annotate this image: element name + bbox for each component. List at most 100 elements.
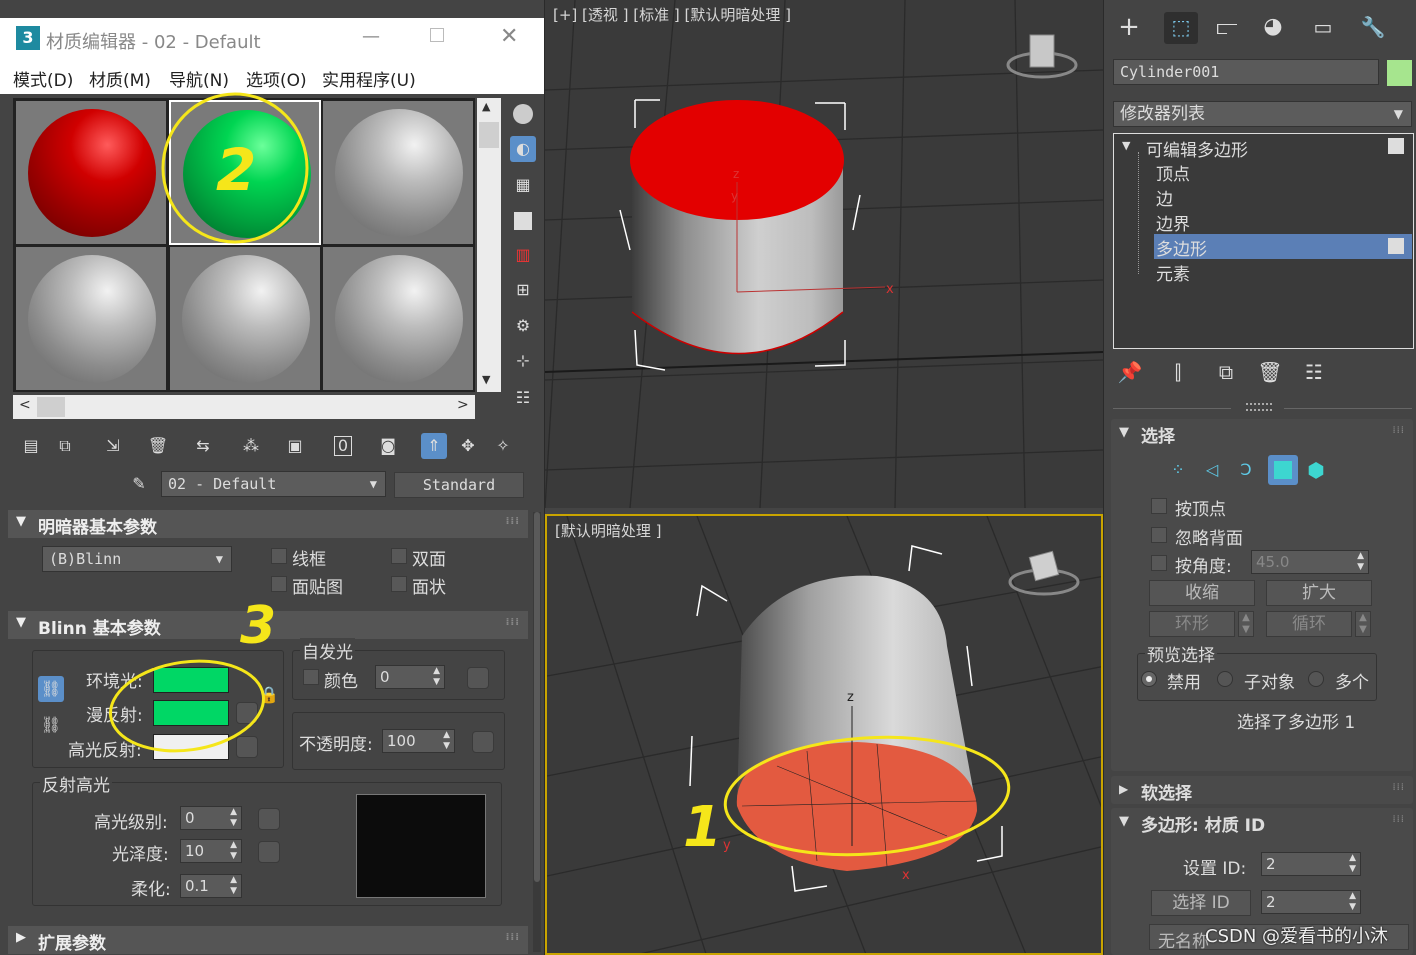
- sample-slot-1[interactable]: [15, 100, 167, 245]
- material-id-channel-icon[interactable]: ▣: [282, 433, 308, 459]
- video-color-check-icon[interactable]: ▥: [510, 242, 536, 268]
- close-icon[interactable]: ✕: [500, 24, 518, 49]
- slots-hscrollbar[interactable]: < >: [13, 395, 475, 419]
- go-to-parent-icon[interactable]: ✥: [455, 433, 481, 459]
- edge-mode-icon[interactable]: ◁: [1199, 457, 1225, 483]
- options-icon[interactable]: ⚙: [510, 313, 536, 339]
- ignore-backfacing-checkbox[interactable]: [1151, 527, 1167, 543]
- two-sided-checkbox[interactable]: [391, 548, 407, 564]
- make-unique-icon[interactable]: ⇆: [190, 433, 216, 459]
- uv-tiling-icon[interactable]: [510, 208, 536, 234]
- glossiness-map-button[interactable]: [258, 841, 280, 863]
- spec-level-spinner[interactable]: 0 ▲ ▼: [180, 806, 242, 830]
- stack-item-vertex[interactable]: 顶点: [1154, 159, 1412, 185]
- stack-root-light-icon[interactable]: [1388, 138, 1404, 154]
- bottom-viewport-label[interactable]: [默认明暗处理 ]: [555, 520, 661, 541]
- bottom-viewport[interactable]: z y x [默认明暗处理 ]: [545, 514, 1103, 955]
- scroll-left-icon[interactable]: <: [19, 397, 31, 413]
- preview-disabled-radio[interactable]: [1141, 671, 1157, 687]
- ring-button[interactable]: 环形: [1149, 611, 1235, 637]
- go-forward-sibling-icon[interactable]: ✧: [490, 433, 516, 459]
- element-mode-icon[interactable]: ⬢: [1303, 457, 1329, 483]
- menu-utilities[interactable]: 实用程序(U): [322, 66, 416, 91]
- channel-zero-icon[interactable]: 0: [330, 433, 356, 459]
- stack-item-edge[interactable]: 边: [1154, 184, 1412, 210]
- motion-tab-icon[interactable]: ◕: [1260, 14, 1286, 40]
- show-end-result-icon[interactable]: ⇑: [421, 433, 447, 459]
- stack-item-light-icon[interactable]: [1388, 238, 1404, 254]
- menu-material[interactable]: 材质(M): [89, 66, 151, 91]
- eyedropper-icon[interactable]: ✎: [126, 471, 152, 497]
- selection-rollout-header[interactable]: ▼ 选择 ⁞⁞⁞: [1111, 419, 1413, 447]
- background-icon[interactable]: ▦: [510, 172, 536, 198]
- preview-subobject-radio[interactable]: [1217, 671, 1233, 687]
- select-id-spinner[interactable]: 2 ▲ ▼: [1261, 890, 1361, 914]
- remove-modifier-icon[interactable]: 🗑: [1257, 359, 1283, 385]
- slots-vscrollbar[interactable]: ▲ ▼: [477, 98, 501, 392]
- soft-selection-rollout-header[interactable]: ▶ 软选择 ⁞⁞⁞: [1111, 776, 1413, 804]
- stack-item-element[interactable]: 元素: [1154, 259, 1412, 285]
- object-color-swatch[interactable]: [1387, 60, 1412, 86]
- display-tab-icon[interactable]: ▭: [1310, 14, 1336, 40]
- sample-slot-5[interactable]: [169, 246, 321, 391]
- faceted-checkbox[interactable]: [391, 576, 407, 592]
- by-vertex-checkbox[interactable]: [1151, 498, 1167, 514]
- grow-button[interactable]: 扩大: [1266, 580, 1372, 606]
- backlight-icon[interactable]: ◐: [510, 136, 536, 162]
- self-illum-spinner[interactable]: 0 ▲ ▼: [375, 665, 445, 689]
- vertex-mode-icon[interactable]: ⁘: [1165, 457, 1191, 483]
- opacity-map-button[interactable]: [472, 731, 494, 753]
- loop-button[interactable]: 循环: [1266, 611, 1352, 637]
- shader-dropdown[interactable]: (B)Blinn ▼: [42, 546, 232, 572]
- minimize-icon[interactable]: —: [362, 26, 380, 47]
- set-id-spinner[interactable]: 2 ▲ ▼: [1261, 852, 1361, 876]
- sample-slot-4[interactable]: [15, 246, 167, 391]
- show-map-in-viewport-icon[interactable]: ◙: [375, 433, 401, 459]
- polygon-material-id-header[interactable]: ▼ 多边形: 材质 ID ⁞⁞⁞: [1111, 808, 1413, 836]
- preview-multi-radio[interactable]: [1308, 671, 1324, 687]
- wireframe-checkbox[interactable]: [271, 548, 287, 564]
- pin-stack-icon[interactable]: 📌: [1117, 359, 1143, 385]
- utilities-tab-icon[interactable]: 🔧: [1360, 14, 1386, 40]
- make-preview-icon[interactable]: ⊞: [510, 277, 536, 303]
- modify-tab-icon[interactable]: ⬚: [1164, 12, 1198, 44]
- make-unique-icon[interactable]: ⧉: [1213, 359, 1239, 385]
- opacity-spinner[interactable]: 100 ▲ ▼: [382, 729, 455, 753]
- ring-spinner[interactable]: ▲ ▼: [1238, 611, 1254, 637]
- material-name-field[interactable]: 02 - Default ▼: [161, 471, 386, 497]
- scroll-down-icon[interactable]: ▼: [482, 373, 490, 386]
- spec-level-map-button[interactable]: [258, 808, 280, 830]
- material-map-navigator-icon[interactable]: ☷: [510, 385, 536, 411]
- material-type-button[interactable]: Standard: [394, 472, 524, 498]
- sample-slot-3[interactable]: [322, 100, 474, 245]
- lock-diffuse-specular-icon[interactable]: ⛓: [38, 712, 64, 738]
- by-angle-checkbox[interactable]: [1151, 555, 1167, 571]
- create-tab-icon[interactable]: +: [1116, 14, 1142, 40]
- stack-item-border[interactable]: 边界: [1154, 209, 1412, 235]
- top-viewport[interactable]: z y x [+] [透视 ] [标准 ] [默认明暗处理 ]: [545, 0, 1103, 508]
- sample-slot-6[interactable]: [322, 246, 474, 391]
- shrink-button[interactable]: 收缩: [1149, 580, 1255, 606]
- select-id-button[interactable]: 选择 ID: [1151, 890, 1251, 916]
- extended-params-rollout-header[interactable]: ▶ 扩展参数 ⁞⁞⁞: [8, 926, 528, 954]
- glossiness-spinner[interactable]: 10 ▲ ▼: [180, 839, 242, 863]
- rollout-scrollbar[interactable]: [533, 512, 541, 952]
- stack-item-polygon[interactable]: 多边形: [1154, 234, 1412, 260]
- face-map-checkbox[interactable]: [271, 576, 287, 592]
- polygon-mode-icon[interactable]: [1268, 455, 1298, 485]
- border-mode-icon[interactable]: Ↄ: [1233, 457, 1259, 483]
- maximize-icon[interactable]: [430, 28, 444, 42]
- shader-basic-rollout-header[interactable]: ▼ 明暗器基本参数 ⁞⁞⁞: [8, 510, 528, 538]
- scroll-up-icon[interactable]: ▲: [482, 100, 490, 113]
- angle-spinner[interactable]: 45.0 ▲ ▼: [1251, 550, 1369, 574]
- put-to-library-icon[interactable]: ⁂: [238, 433, 264, 459]
- sample-type-icon[interactable]: [510, 101, 536, 127]
- top-viewport-label[interactable]: [+] [透视 ] [标准 ] [默认明暗处理 ]: [553, 4, 791, 25]
- get-material-icon[interactable]: ▤: [18, 433, 44, 459]
- hierarchy-tab-icon[interactable]: ⫍: [1214, 14, 1240, 40]
- material-editor-titlebar[interactable]: 3 材质编辑器 - 02 - Default — ✕: [0, 18, 544, 60]
- lock-ambient-diffuse-icon[interactable]: ⛓: [38, 676, 64, 702]
- loop-spinner[interactable]: ▲ ▼: [1355, 611, 1371, 637]
- stack-root-item[interactable]: ▼ 可编辑多边形: [1114, 134, 1413, 161]
- assign-to-selection-icon[interactable]: ⇲: [100, 433, 126, 459]
